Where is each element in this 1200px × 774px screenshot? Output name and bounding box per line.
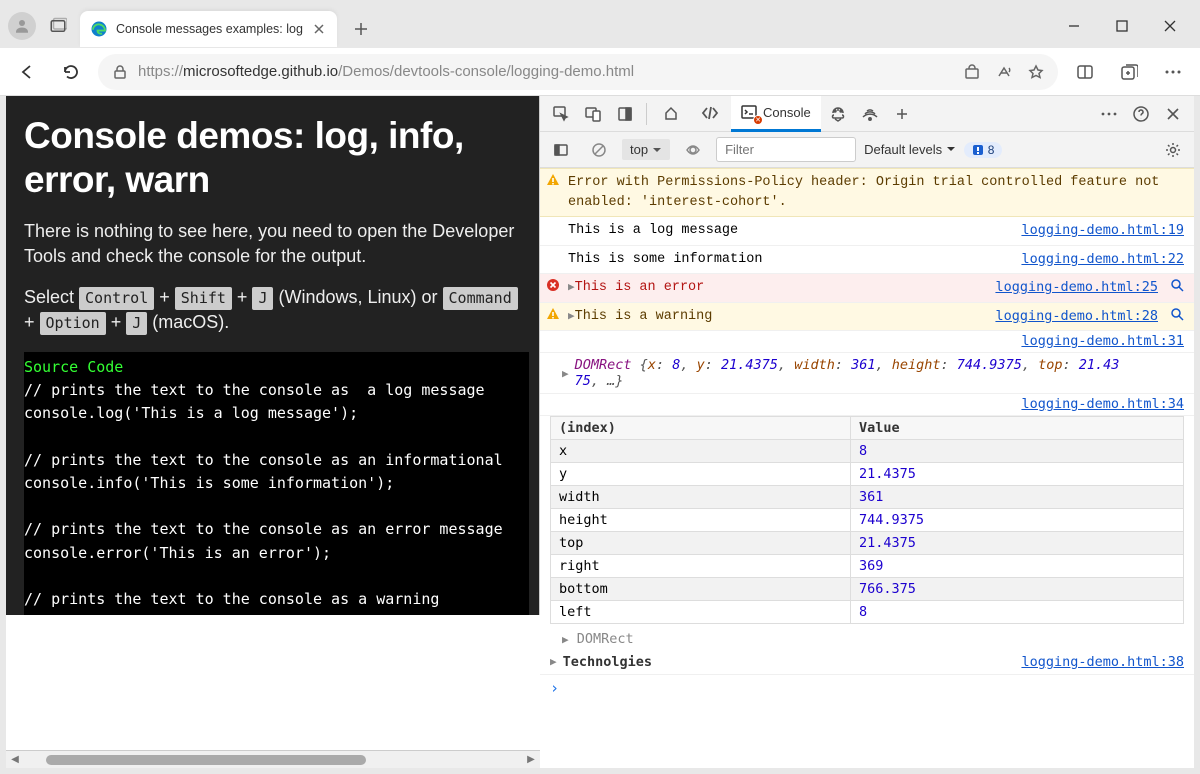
console-filterbar: top Default levels 8 [540, 132, 1194, 168]
table-header[interactable]: Value [851, 417, 1184, 440]
table-row: left8 [551, 601, 1184, 624]
context-selector[interactable]: top [622, 139, 670, 160]
table-row: bottom766.375 [551, 578, 1184, 601]
console-message[interactable]: This is some informationlogging-demo.htm… [540, 246, 1194, 275]
console-table: (index)Value x8y21.4375width361height744… [550, 416, 1184, 624]
warn-icon [546, 307, 562, 321]
refresh-button[interactable] [54, 55, 88, 89]
table-row: right369 [551, 555, 1184, 578]
table-row: height744.9375 [551, 509, 1184, 532]
close-window-button[interactable] [1148, 10, 1192, 42]
split-screen-icon[interactable] [1068, 55, 1102, 89]
source-link[interactable]: logging-demo.html:34 [1021, 396, 1184, 412]
shopping-icon[interactable] [964, 64, 980, 80]
address-bar[interactable]: https://microsoftedge.github.io/Demos/de… [98, 54, 1058, 90]
console-settings-icon[interactable] [1158, 135, 1188, 165]
source-code-block: Source Code // prints the text to the co… [24, 352, 529, 616]
tab-close-button[interactable] [311, 21, 327, 37]
tab-manager-icon[interactable] [42, 10, 74, 42]
page-intro: There is nothing to see here, you need t… [24, 219, 529, 269]
source-link[interactable]: logging-demo.html:28 [995, 307, 1158, 327]
minimize-button[interactable] [1052, 10, 1096, 42]
kbd-j: J [252, 287, 273, 310]
kbd-command: Command [443, 287, 518, 310]
browser-tab[interactable]: Console messages examples: log [80, 11, 337, 47]
error-badge-icon: ✕ [753, 115, 763, 125]
devtools-close-icon[interactable] [1158, 99, 1188, 129]
network-tab-icon[interactable] [855, 99, 885, 129]
source-link[interactable]: logging-demo.html:25 [995, 278, 1158, 298]
console-message[interactable]: ▶This is an errorlogging-demo.html:25 [540, 274, 1194, 303]
devtools-toolbar: Console ✕ [540, 96, 1194, 132]
kbd-control: Control [79, 287, 154, 310]
domrect-log[interactable]: ▶ DOMRect {x: 8, y: 21.4375, width: 361,… [540, 353, 1194, 394]
clear-console-icon[interactable] [584, 135, 614, 165]
table-row: width361 [551, 486, 1184, 509]
console-message[interactable]: This is a log messagelogging-demo.html:1… [540, 217, 1194, 246]
log-levels-selector[interactable]: Default levels [864, 142, 956, 157]
maximize-button[interactable] [1100, 10, 1144, 42]
back-button[interactable] [10, 55, 44, 89]
more-tabs-button[interactable] [887, 99, 917, 129]
new-tab-button[interactable] [343, 11, 379, 47]
table-row: top21.4375 [551, 532, 1184, 555]
console-message[interactable]: ▶This is a warninglogging-demo.html:28 [540, 303, 1194, 332]
page-heading: Console demos: log, info, error, warn [24, 114, 529, 203]
devtools-panel: Console ✕ top Default levels 8 [540, 96, 1194, 768]
page-scrollbar-horizontal[interactable]: ◀▶ [6, 750, 540, 768]
console-prompt[interactable]: › [540, 675, 1194, 701]
issues-badge[interactable]: 8 [964, 142, 1003, 158]
console-sidebar-toggle[interactable] [546, 135, 576, 165]
live-expression-icon[interactable] [678, 135, 708, 165]
devtools-more-icon[interactable] [1094, 99, 1124, 129]
welcome-tab[interactable] [653, 96, 689, 132]
source-link[interactable]: logging-demo.html:38 [1021, 654, 1184, 670]
table-footer-object[interactable]: ▶ DOMRect [540, 628, 1194, 650]
lock-icon [112, 64, 128, 80]
console-group[interactable]: ▶ Technolgies logging-demo.html:38 [540, 650, 1194, 675]
navbar: https://microsoftedge.github.io/Demos/de… [0, 48, 1200, 96]
kbd-shift: Shift [175, 287, 232, 310]
favorite-icon[interactable] [1028, 64, 1044, 80]
console-header-warning: Error with Permissions-Policy header: Or… [540, 168, 1194, 217]
source-link-row: logging-demo.html:31 [540, 331, 1194, 353]
kbd-j2: J [126, 312, 147, 335]
titlebar: Console messages examples: log [0, 0, 1200, 48]
source-link[interactable]: logging-demo.html:22 [1021, 250, 1184, 270]
error-icon [546, 278, 562, 292]
magnifier-icon[interactable] [1170, 278, 1184, 292]
source-link[interactable]: logging-demo.html:19 [1021, 221, 1184, 241]
menu-icon[interactable] [1156, 55, 1190, 89]
filter-input[interactable] [716, 137, 856, 162]
elements-tab[interactable] [691, 96, 729, 132]
magnifier-icon[interactable] [1170, 307, 1184, 321]
tab-title: Console messages examples: log [116, 22, 303, 36]
devtools-help-icon[interactable] [1126, 99, 1156, 129]
url-text: https://microsoftedge.github.io/Demos/de… [138, 63, 634, 80]
source-link[interactable]: logging-demo.html:31 [1021, 333, 1184, 349]
console-output[interactable]: Error with Permissions-Policy header: Or… [540, 168, 1194, 768]
console-tab[interactable]: Console ✕ [731, 96, 821, 132]
table-header[interactable]: (index) [551, 417, 851, 440]
table-row: x8 [551, 440, 1184, 463]
table-row: y21.4375 [551, 463, 1184, 486]
profile-avatar[interactable] [8, 12, 36, 40]
collections-icon[interactable] [1112, 55, 1146, 89]
sources-tab-icon[interactable] [823, 99, 853, 129]
page-content: Console demos: log, info, error, warn Th… [6, 96, 540, 615]
edge-favicon-icon [90, 20, 108, 38]
dock-side-icon[interactable] [610, 99, 640, 129]
warning-icon [546, 173, 562, 187]
read-aloud-icon[interactable] [996, 64, 1012, 80]
inspect-element-icon[interactable] [546, 99, 576, 129]
kbd-option: Option [40, 312, 106, 335]
source-link-row: logging-demo.html:34 [540, 394, 1194, 416]
device-toggle-icon[interactable] [578, 99, 608, 129]
page-shortcut-hint: Select Control + Shift + J (Windows, Lin… [24, 285, 529, 335]
